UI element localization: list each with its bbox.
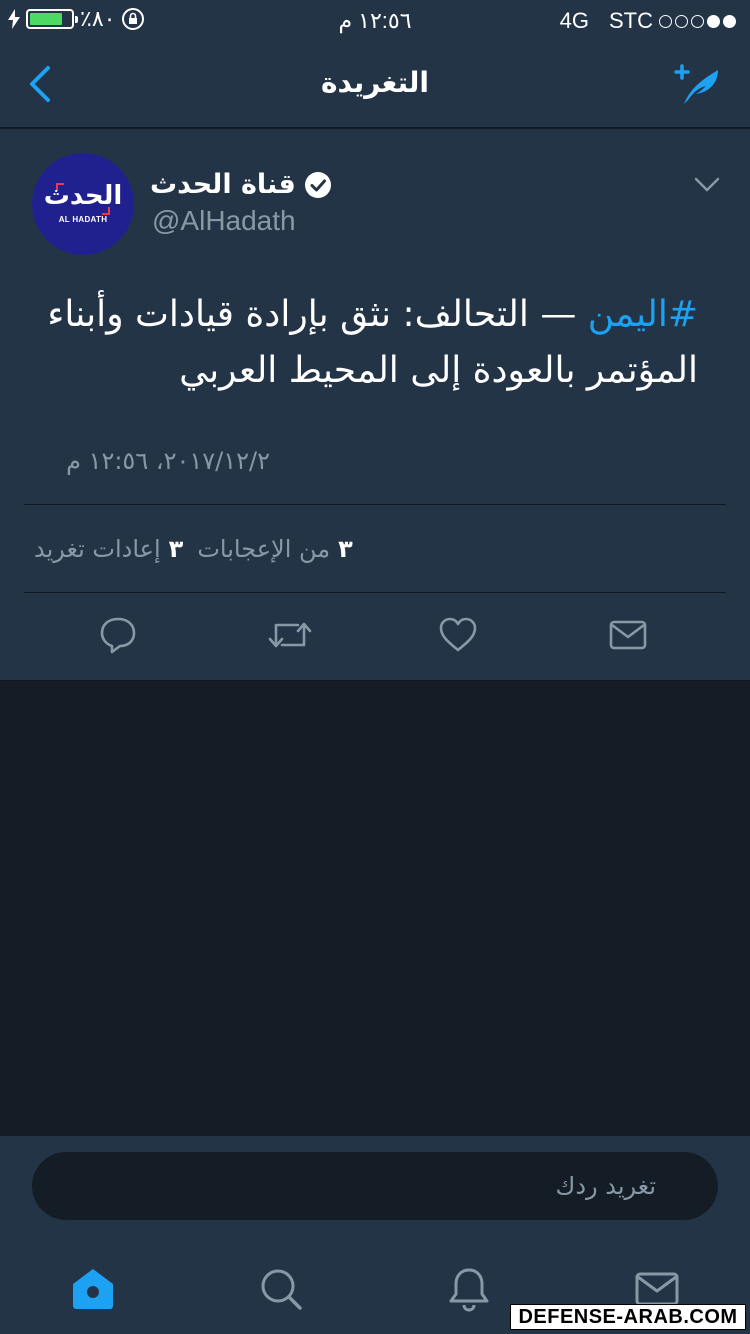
tweet-timestamp: ٢٠١٧/١٢/٢، ١٢:٥٦ م [66, 447, 270, 475]
direct-message-icon[interactable] [608, 615, 648, 655]
reply-icon[interactable] [98, 615, 138, 655]
divider [24, 592, 726, 593]
avatar-logo-subtext: AL HADATH [58, 215, 108, 224]
author-name[interactable]: قناة الحدث [150, 169, 332, 200]
reply-input[interactable] [32, 1152, 718, 1220]
watermark: DEFENSE-ARAB.COM [510, 1304, 746, 1330]
chevron-down-icon[interactable] [694, 177, 720, 193]
retweet-icon[interactable] [268, 615, 312, 655]
divider [24, 504, 726, 505]
home-icon[interactable] [70, 1266, 116, 1312]
nav-bar: التغريدة [0, 40, 750, 128]
author-name-text: قناة الحدث [150, 169, 296, 200]
signal-dot [723, 14, 736, 28]
status-bar: ٪٨٠ ١٢:٥٦ م 4G STC [0, 0, 750, 40]
signal-strength-icon [659, 14, 736, 28]
author-handle[interactable]: @AlHadath [152, 205, 296, 237]
carrier-name: STC [609, 8, 653, 33]
status-carrier-group: 4G STC [560, 8, 736, 34]
verified-badge-icon [304, 171, 331, 198]
signal-dot [691, 14, 704, 28]
likes-count: ٣ [338, 535, 353, 563]
search-icon[interactable] [258, 1266, 304, 1312]
hashtag-link[interactable]: #اليمن [588, 294, 698, 335]
signal-dot [659, 14, 672, 28]
avatar-logo-text: الحدث [43, 181, 123, 211]
notifications-icon[interactable] [446, 1266, 492, 1312]
signal-dot [707, 14, 720, 28]
tweet-text: #اليمن — التحالف: نثق بإرادة قيادات وأبن… [38, 287, 698, 399]
likes-label: من الإعجابات [197, 535, 331, 563]
likes-stat[interactable]: ٣ من الإعجابات [197, 535, 352, 563]
tweet-detail: الحدث AL HADATH قناة الحدث @AlHadath #ال… [0, 129, 750, 681]
compose-tweet-icon[interactable] [668, 58, 724, 110]
retweets-stat[interactable]: ٣ إعادات تغريد [34, 535, 183, 563]
tweet-stats: ٣ من الإعجابات ٣ إعادات تغريد [34, 535, 353, 563]
like-icon[interactable] [438, 615, 478, 655]
signal-dot [675, 14, 688, 28]
network-type: 4G [559, 8, 589, 33]
tweet-actions [0, 615, 750, 657]
page-title: التغريدة [321, 66, 429, 99]
retweets-count: ٣ [168, 535, 184, 563]
retweets-label: إعادات تغريد [34, 535, 161, 563]
avatar[interactable]: الحدث AL HADATH [32, 153, 134, 255]
reply-bar [0, 1136, 750, 1244]
